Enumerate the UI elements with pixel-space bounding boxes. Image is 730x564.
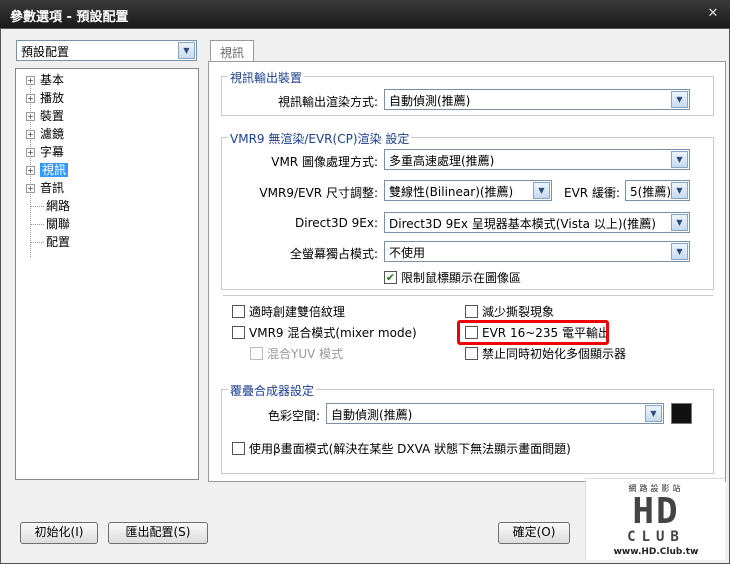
profile-select[interactable]: 預設配置 ▼ [16, 40, 197, 61]
tree-item-audio[interactable]: + 音訊 [26, 179, 64, 197]
colorspace-select[interactable]: 自動偵測(推薦) ▼ [326, 403, 664, 424]
checkbox-icon[interactable] [232, 305, 245, 318]
d3d9ex-value: Direct3D 9Ex 呈現器基本模式(Vista 以上)(推薦) [389, 217, 656, 231]
window-titlebar: 參數選項 - 預設配置 ✕ [0, 0, 730, 28]
vmr-image-select[interactable]: 多重高速處理(推薦) ▼ [384, 149, 690, 170]
double-texture-checkbox[interactable]: 適時創建雙倍紋理 [232, 304, 345, 320]
vmr-image-label: VMR 圖像處理方式: [271, 155, 378, 169]
output-device-group-title: 視訊輸出裝置 [228, 69, 305, 86]
hdclub-watermark-logo: 網路設影站 HD CLUB www.HD.Club.tw [585, 478, 725, 560]
checkbox-icon[interactable] [232, 442, 245, 455]
reduce-tearing-checkbox[interactable]: 減少撕裂現象 [465, 304, 554, 320]
checkbox-icon [250, 347, 263, 360]
tree-item-devices[interactable]: + 裝置 [26, 107, 64, 125]
beta-mode-checkbox[interactable]: 使用β畫面模式(解決在某些 DXVA 狀態下無法顯示畫面問題) [232, 441, 571, 457]
fullscreen-value: 不使用 [389, 246, 426, 260]
watermark-main-text: HD [632, 491, 680, 532]
resize-select[interactable]: 雙線性(Bilinear)(推薦) ▼ [384, 180, 552, 201]
window-title: 參數選項 - 預設配置 [10, 10, 129, 25]
render-method-label: 視訊輸出渲染方式: [277, 95, 378, 109]
tab-video[interactable]: 視訊 [210, 40, 254, 62]
settings-tree: + 基本 + 播放 + 裝置 + 濾鏡 + 字幕 + 視訊 + 音訊 網路 關聯 配置 [15, 68, 199, 480]
mixer-mode-checkbox[interactable]: VMR9 混合模式(mixer mode) [232, 325, 417, 341]
tree-item-video[interactable]: + 視訊 [26, 161, 69, 179]
evr-buffer-select[interactable]: 5(推薦) ▼ [625, 180, 690, 201]
highlight-annotation [457, 320, 609, 345]
colorspace-label: 色彩空間: [267, 409, 320, 423]
tree-item-profiles[interactable]: 配置 [30, 233, 70, 251]
expand-plus-icon[interactable]: + [26, 166, 35, 175]
expand-plus-icon[interactable]: + [26, 184, 35, 193]
expand-plus-icon[interactable]: + [26, 130, 35, 139]
limit-mouse-checkbox[interactable]: ✔ 限制鼠標顯示在圖像區 [384, 270, 521, 286]
resize-value: 雙線性(Bilinear)(推薦) [389, 185, 514, 199]
tree-connector [30, 242, 44, 243]
export-profile-button[interactable]: 匯出配置(S) [108, 522, 208, 544]
expand-plus-icon[interactable]: + [26, 76, 35, 85]
tree-item-filters[interactable]: + 濾鏡 [26, 125, 64, 143]
render-method-value: 自動偵測(推薦) [389, 94, 471, 108]
color-swatch-button[interactable] [671, 403, 692, 424]
checkbox-icon[interactable] [465, 347, 478, 360]
fullscreen-select[interactable]: 不使用 ▼ [384, 241, 690, 262]
vmr-image-value: 多重高速處理(推薦) [389, 154, 495, 168]
profile-select-value: 預設配置 [21, 45, 70, 59]
overlay-mixer-group-title: 覆疊合成器設定 [228, 382, 317, 399]
chevron-down-icon[interactable]: ▼ [645, 405, 662, 422]
d3d9ex-select[interactable]: Direct3D 9Ex 呈現器基本模式(Vista 以上)(推薦) ▼ [384, 212, 690, 233]
colorspace-value: 自動偵測(推薦) [331, 408, 413, 422]
fullscreen-label: 全螢幕獨占模式: [289, 247, 378, 261]
overlay-mixer-group: 覆疊合成器設定 [221, 382, 714, 474]
ok-button[interactable]: 確定(O) [498, 522, 570, 544]
tree-item-association[interactable]: 關聯 [30, 215, 70, 233]
expand-plus-icon[interactable]: + [26, 112, 35, 121]
init-button[interactable]: 初始化(I) [20, 522, 98, 544]
render-method-select[interactable]: 自動偵測(推薦) ▼ [384, 89, 690, 110]
checkbox-icon[interactable] [232, 326, 245, 339]
tree-item-network[interactable]: 網路 [30, 197, 70, 215]
tree-item-playback[interactable]: + 播放 [26, 89, 64, 107]
no-multi-monitor-checkbox[interactable]: 禁止同時初始化多個顯示器 [465, 346, 626, 362]
chevron-down-icon[interactable]: ▼ [671, 243, 688, 260]
d3d9ex-label: Direct3D 9Ex: [295, 216, 378, 230]
chevron-down-icon[interactable]: ▼ [178, 42, 195, 59]
evr-buffer-label: EVR 緩衝: [564, 186, 620, 200]
evr-buffer-value: 5(推薦) [630, 185, 671, 199]
chevron-down-icon[interactable]: ▼ [671, 182, 688, 199]
resize-label: VMR9/EVR 尺寸調整: [259, 186, 378, 200]
tree-connector [30, 206, 44, 207]
chevron-down-icon[interactable]: ▼ [671, 91, 688, 108]
options-separator [223, 295, 713, 296]
checkbox-icon[interactable] [465, 305, 478, 318]
chevron-down-icon[interactable]: ▼ [533, 182, 550, 199]
chevron-down-icon[interactable]: ▼ [671, 214, 688, 231]
tree-item-basic[interactable]: + 基本 [26, 71, 64, 89]
mix-yuv-checkbox: 混合YUV 模式 [250, 346, 343, 362]
chevron-down-icon[interactable]: ▼ [671, 151, 688, 168]
tree-item-subtitles[interactable]: + 字幕 [26, 143, 64, 161]
watermark-sub-text: CLUB [627, 529, 685, 545]
watermark-url-text: www.HD.Club.tw [613, 547, 699, 557]
close-icon[interactable]: ✕ [704, 5, 722, 23]
expand-plus-icon[interactable]: + [26, 148, 35, 157]
expand-plus-icon[interactable]: + [26, 94, 35, 103]
checkmark-icon[interactable]: ✔ [384, 271, 397, 284]
tree-connector [30, 224, 44, 225]
vmr9-group-title: VMR9 無渲染/EVR(CP)渲染 設定 [228, 130, 412, 147]
